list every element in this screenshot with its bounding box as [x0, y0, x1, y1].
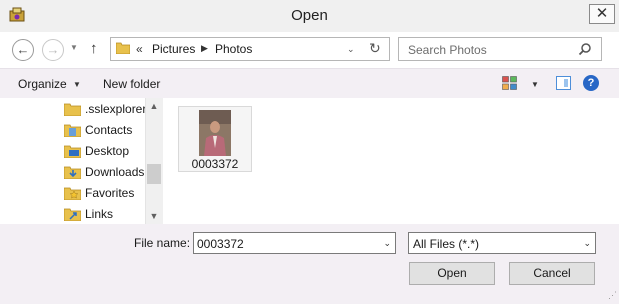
navigation-pane-scrollbar[interactable]: ▲ ▼	[145, 98, 162, 224]
file-name-input[interactable]: 0003372	[197, 237, 244, 251]
tree-item-downloads[interactable]: Downloads	[64, 162, 146, 182]
cancel-button[interactable]: Cancel	[509, 262, 595, 285]
photo-thumbnail-icon	[199, 110, 231, 156]
tree-item-links[interactable]: Links	[64, 204, 146, 224]
tree-item-label: Desktop	[85, 144, 130, 158]
chevron-down-icon[interactable]: ▼	[73, 80, 81, 89]
tree-item-label: Links	[85, 207, 114, 221]
downloads-folder-icon	[64, 166, 81, 179]
tree-item-contacts[interactable]: Contacts	[64, 120, 146, 140]
breadcrumb-pictures[interactable]: Pictures	[152, 42, 195, 56]
address-dropdown-icon[interactable]: ⌄	[347, 44, 355, 55]
scroll-down-icon[interactable]: ▼	[146, 208, 162, 224]
breadcrumb-photos[interactable]: Photos	[215, 42, 252, 56]
tree-item-label: .sslexplorer	[85, 102, 147, 116]
new-folder-button[interactable]: New folder	[103, 77, 160, 91]
open-button[interactable]: Open	[409, 262, 495, 285]
recent-locations-dropdown[interactable]: ▼	[70, 43, 78, 52]
help-icon[interactable]: ?	[583, 75, 599, 91]
address-overflow-chevron[interactable]: «	[136, 42, 143, 56]
file-dialog-footer: File name: 0003372 ⌄ All Files (*.*) ⌄ O…	[0, 224, 619, 304]
favorites-folder-icon	[64, 187, 81, 200]
back-button[interactable]: ←	[12, 39, 34, 61]
file-item[interactable]: 0003372	[178, 106, 252, 172]
refresh-icon[interactable]: ↻	[369, 40, 381, 57]
tree-item-label: Downloads	[85, 165, 145, 179]
search-box[interactable]: Search Photos	[398, 37, 602, 61]
close-button[interactable]: ✕	[589, 4, 615, 24]
resize-grip-icon[interactable]: ⋰	[608, 290, 617, 301]
tree-item-label: Favorites	[85, 186, 135, 200]
navigation-pane: .sslexplorer Contacts Desktop Downloads …	[0, 98, 162, 224]
forward-button[interactable]: →	[42, 39, 64, 61]
change-view-icon[interactable]	[502, 76, 517, 90]
tree-item-label: Contacts	[85, 123, 133, 137]
chevron-down-icon[interactable]: ⌄	[583, 238, 591, 249]
command-toolbar: Organize ▼ New folder ▼ ?	[0, 68, 619, 98]
file-type-value: All Files (*.*)	[413, 237, 480, 251]
view-options-dropdown-icon[interactable]: ▼	[531, 80, 539, 89]
file-name-label: 0003372	[191, 157, 239, 171]
scroll-thumb[interactable]	[147, 164, 161, 184]
file-list: 0003372	[163, 98, 619, 224]
up-button[interactable]: ↑	[90, 40, 98, 57]
chevron-down-icon[interactable]: ⌄	[383, 238, 391, 249]
folder-icon	[116, 42, 130, 54]
preview-pane-icon[interactable]	[556, 76, 571, 90]
contacts-folder-icon	[64, 124, 81, 137]
tree-item-sslexplorer[interactable]: .sslexplorer	[64, 99, 146, 119]
file-name-field-label: File name:	[134, 236, 191, 250]
search-input[interactable]: Search Photos	[408, 43, 487, 57]
breadcrumb-separator-icon[interactable]: ▶	[201, 43, 208, 54]
file-name-combobox[interactable]: 0003372 ⌄	[193, 232, 396, 254]
navigation-bar: ← → ▼ ↑ « Pictures ▶ Photos ⌄ ↻ Search P…	[0, 32, 619, 68]
address-bar[interactable]: « Pictures ▶ Photos ⌄ ↻	[110, 37, 390, 61]
window-title: Open	[291, 7, 328, 24]
search-icon[interactable]	[578, 42, 592, 56]
tree-item-desktop[interactable]: Desktop	[64, 141, 146, 161]
scroll-up-icon[interactable]: ▲	[146, 98, 162, 114]
file-type-select[interactable]: All Files (*.*) ⌄	[408, 232, 596, 254]
folder-icon	[64, 103, 81, 116]
links-folder-icon	[64, 208, 81, 221]
tree-item-favorites[interactable]: Favorites	[64, 183, 146, 203]
title-bar: Open ✕	[0, 0, 619, 32]
organize-button[interactable]: Organize	[18, 77, 67, 91]
desktop-folder-icon	[64, 145, 81, 158]
